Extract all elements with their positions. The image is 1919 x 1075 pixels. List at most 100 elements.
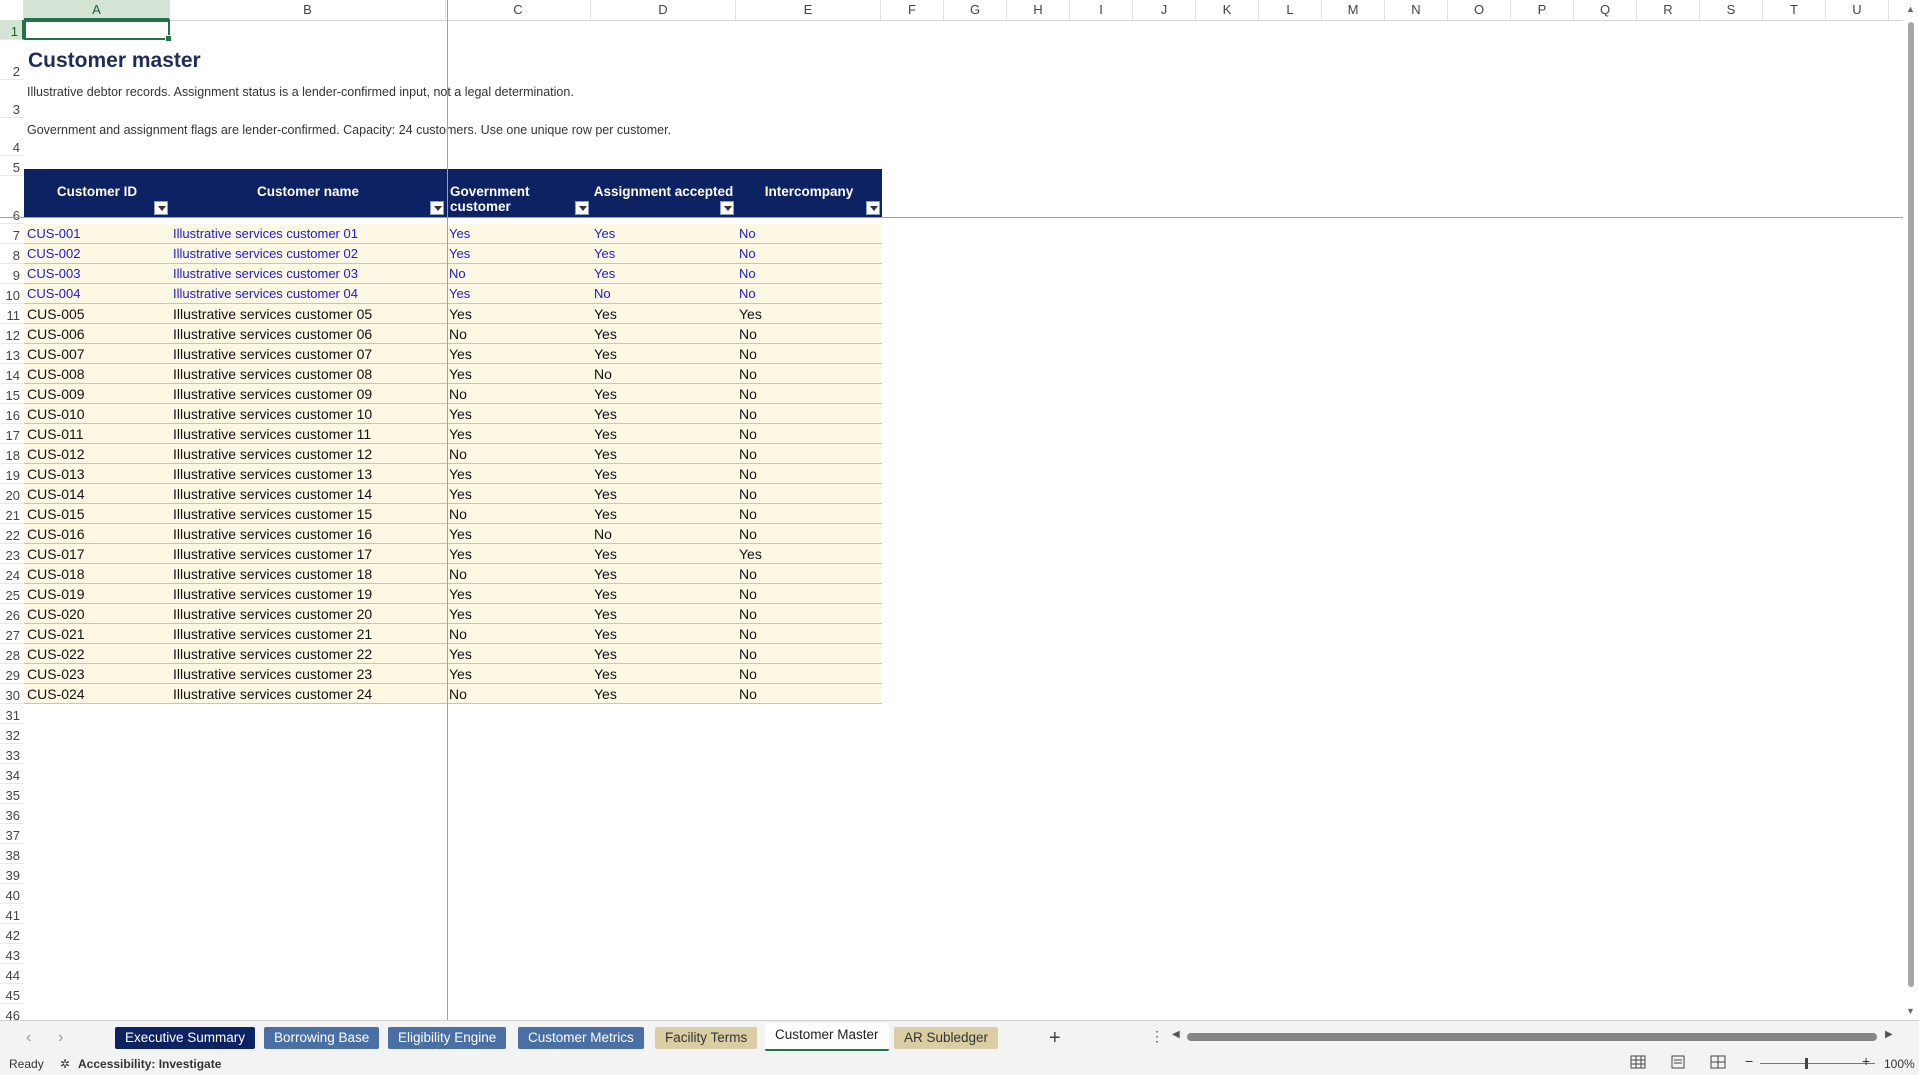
- row-header-21[interactable]: 21: [0, 504, 24, 524]
- active-cell-a1[interactable]: [24, 20, 172, 42]
- column-header-k[interactable]: K: [1196, 0, 1259, 20]
- row-header-7[interactable]: 7: [0, 224, 24, 244]
- prev-sheet-icon[interactable]: ‹: [26, 1029, 31, 1047]
- add-sheet-icon[interactable]: +: [1049, 1027, 1061, 1050]
- table-cell[interactable]: Illustrative services customer 07: [173, 344, 444, 364]
- table-cell[interactable]: CUS-003: [27, 264, 168, 284]
- table-cell[interactable]: CUS-019: [27, 584, 168, 604]
- row-header-8[interactable]: 8: [0, 244, 24, 264]
- table-cell[interactable]: CUS-023: [27, 664, 168, 684]
- row-header-13[interactable]: 13: [0, 344, 24, 364]
- table-cell[interactable]: Yes: [594, 324, 734, 344]
- filter-dropdown-icon[interactable]: [154, 201, 168, 215]
- row-header-41[interactable]: 41: [0, 904, 24, 924]
- row-header-37[interactable]: 37: [0, 824, 24, 844]
- table-cell[interactable]: Illustrative services customer 09: [173, 384, 444, 404]
- table-cell[interactable]: Yes: [449, 604, 589, 624]
- row-header-31[interactable]: 31: [0, 704, 24, 724]
- table-cell[interactable]: No: [449, 624, 589, 644]
- sheet-tab[interactable]: Customer Metrics: [518, 1027, 644, 1049]
- row-header-24[interactable]: 24: [0, 564, 24, 584]
- row-header-2[interactable]: 2: [0, 40, 24, 80]
- row-header-16[interactable]: 16: [0, 404, 24, 424]
- row-header-46[interactable]: 46: [0, 1004, 24, 1020]
- table-cell[interactable]: CUS-020: [27, 604, 168, 624]
- filter-dropdown-icon[interactable]: [575, 201, 589, 215]
- table-cell[interactable]: CUS-006: [27, 324, 168, 344]
- table-cell[interactable]: No: [739, 344, 880, 364]
- table-cell[interactable]: No: [449, 444, 589, 464]
- column-header-c[interactable]: C: [446, 0, 591, 20]
- table-cell[interactable]: Illustrative services customer 01: [173, 224, 444, 244]
- table-cell[interactable]: No: [739, 584, 880, 604]
- column-header-m[interactable]: M: [1322, 0, 1385, 20]
- table-cell[interactable]: Yes: [449, 404, 589, 424]
- table-cell[interactable]: No: [739, 424, 880, 444]
- table-cell[interactable]: Yes: [594, 664, 734, 684]
- table-cell[interactable]: No: [449, 264, 589, 284]
- column-header-i[interactable]: I: [1070, 0, 1133, 20]
- table-cell[interactable]: Yes: [449, 424, 589, 444]
- table-cell[interactable]: Yes: [594, 304, 734, 324]
- column-header-o[interactable]: O: [1448, 0, 1511, 20]
- row-header-1[interactable]: 1: [0, 20, 24, 40]
- table-cell[interactable]: CUS-014: [27, 484, 168, 504]
- table-cell[interactable]: No: [739, 664, 880, 684]
- filter-dropdown-icon[interactable]: [430, 201, 444, 215]
- table-cell[interactable]: No: [594, 524, 734, 544]
- table-cell[interactable]: Yes: [449, 584, 589, 604]
- row-header-33[interactable]: 33: [0, 744, 24, 764]
- table-cell[interactable]: Illustrative services customer 22: [173, 644, 444, 664]
- sheet-tab[interactable]: AR Subledger: [894, 1027, 999, 1049]
- accessibility-status[interactable]: Accessibility: Investigate: [78, 1057, 221, 1071]
- row-header-12[interactable]: 12: [0, 324, 24, 344]
- scroll-down-icon[interactable]: ▼: [1906, 1006, 1915, 1016]
- row-header-15[interactable]: 15: [0, 384, 24, 404]
- row-header-18[interactable]: 18: [0, 444, 24, 464]
- row-header-17[interactable]: 17: [0, 424, 24, 444]
- table-cell[interactable]: Yes: [594, 344, 734, 364]
- table-cell[interactable]: CUS-024: [27, 684, 168, 704]
- row-header-29[interactable]: 29: [0, 664, 24, 684]
- table-cell[interactable]: Illustrative services customer 14: [173, 484, 444, 504]
- row-header-3[interactable]: 3: [0, 80, 24, 118]
- table-cell[interactable]: Illustrative services customer 18: [173, 564, 444, 584]
- table-cell[interactable]: CUS-009: [27, 384, 168, 404]
- row-header-23[interactable]: 23: [0, 544, 24, 564]
- row-header-30[interactable]: 30: [0, 684, 24, 704]
- table-cell[interactable]: No: [739, 264, 880, 284]
- row-header-9[interactable]: 9: [0, 264, 24, 284]
- zoom-in-icon[interactable]: +: [1862, 1053, 1870, 1069]
- table-cell[interactable]: No: [739, 524, 880, 544]
- table-cell[interactable]: Yes: [594, 564, 734, 584]
- row-header-45[interactable]: 45: [0, 984, 24, 1004]
- zoom-slider[interactable]: [1760, 1063, 1875, 1064]
- table-cell[interactable]: Yes: [739, 544, 880, 564]
- select-all-corner[interactable]: [0, 0, 24, 20]
- normal-view-icon[interactable]: [1630, 1055, 1646, 1072]
- table-cell[interactable]: Illustrative services customer 19: [173, 584, 444, 604]
- column-header-q[interactable]: Q: [1574, 0, 1637, 20]
- table-cell[interactable]: No: [739, 324, 880, 344]
- next-sheet-icon[interactable]: ›: [58, 1029, 63, 1047]
- row-header-35[interactable]: 35: [0, 784, 24, 804]
- table-cell[interactable]: Yes: [449, 544, 589, 564]
- table-cell[interactable]: No: [739, 284, 880, 304]
- table-cell[interactable]: CUS-021: [27, 624, 168, 644]
- table-cell[interactable]: No: [739, 244, 880, 264]
- table-cell[interactable]: Illustrative services customer 24: [173, 684, 444, 704]
- table-cell[interactable]: Yes: [449, 484, 589, 504]
- table-cell[interactable]: Yes: [449, 644, 589, 664]
- table-cell[interactable]: No: [739, 504, 880, 524]
- scroll-up-icon[interactable]: ▲: [1906, 4, 1915, 14]
- table-cell[interactable]: CUS-017: [27, 544, 168, 564]
- column-header-l[interactable]: L: [1259, 0, 1322, 20]
- vertical-scrollbar[interactable]: ▲ ▼: [1903, 0, 1919, 1020]
- table-cell[interactable]: Yes: [594, 384, 734, 404]
- table-cell[interactable]: No: [739, 564, 880, 584]
- table-cell[interactable]: Illustrative services customer 13: [173, 464, 444, 484]
- sheet-tab[interactable]: Customer Master: [765, 1023, 889, 1051]
- worksheet-grid[interactable]: ABCDEFGHIJKLMNOPQRSTU 1 2 3 4 5 6 7 8 9 10 11 12 13 1…: [0, 0, 1919, 1020]
- table-cell[interactable]: CUS-008: [27, 364, 168, 384]
- sheet-tab[interactable]: Executive Summary: [115, 1027, 256, 1049]
